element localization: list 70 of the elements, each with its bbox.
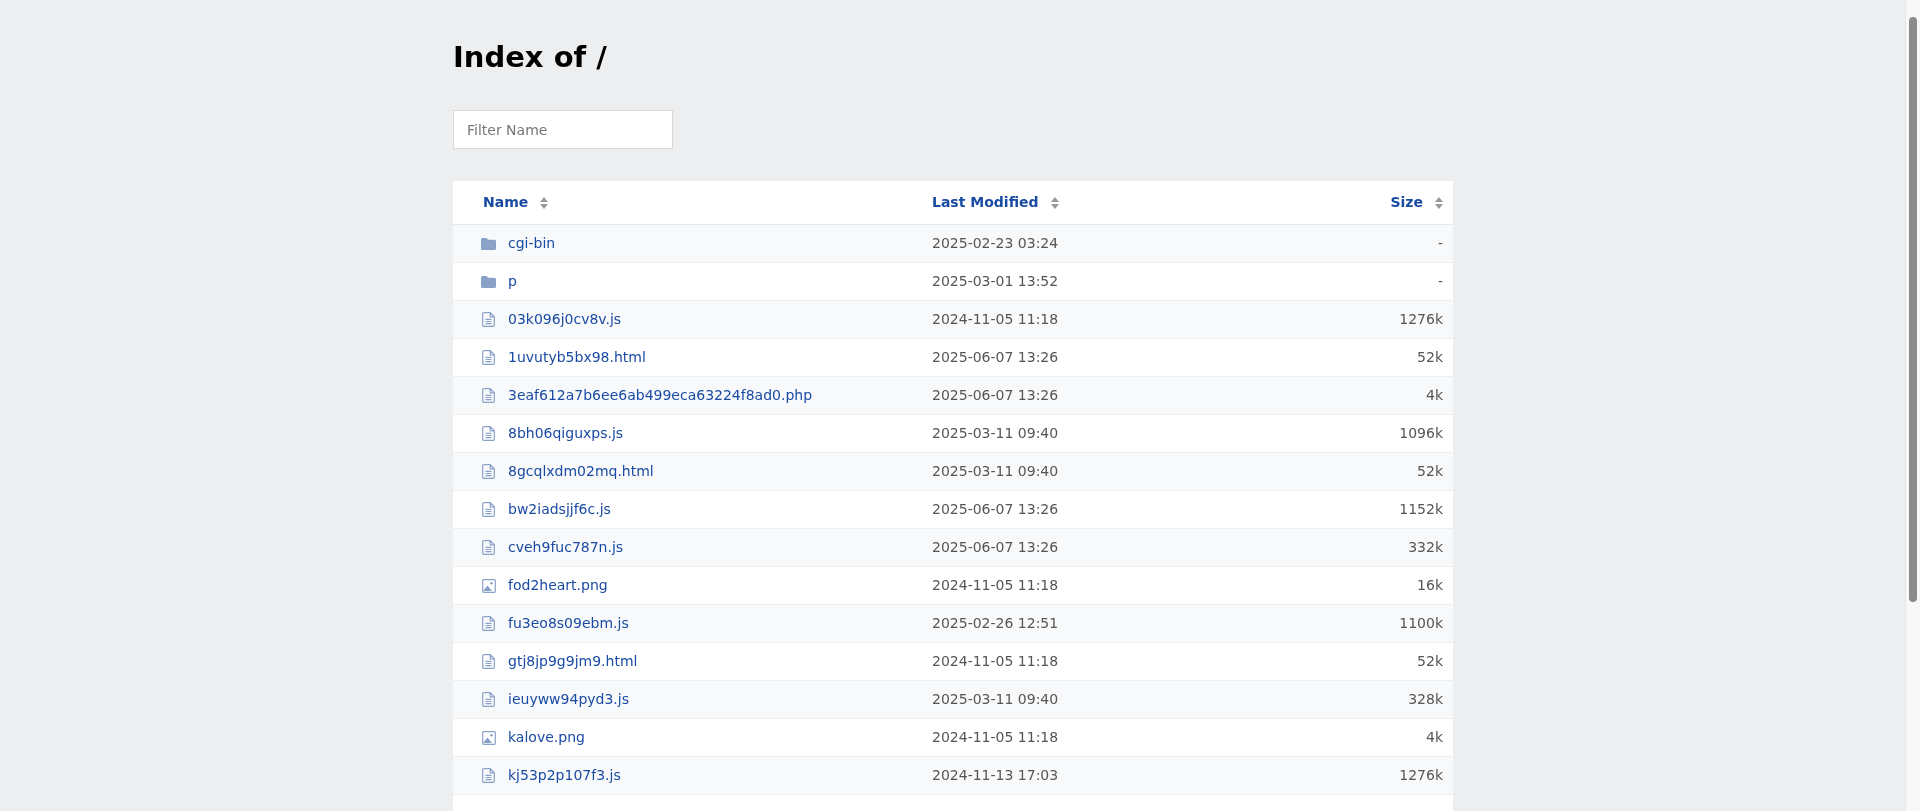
page-title: Index of /: [453, 39, 607, 76]
file-link[interactable]: fu3eo8s09ebm.js: [508, 613, 629, 634]
file-link[interactable]: kalove.png: [508, 727, 585, 748]
scrollbar[interactable]: [1905, 0, 1920, 811]
sort-icon: [1435, 196, 1443, 209]
file-link[interactable]: 03k096j0cv8v.js: [508, 309, 622, 330]
file-size: -: [1437, 234, 1443, 253]
file-size: 4k: [1426, 728, 1443, 747]
document-icon: [482, 388, 495, 403]
modified-date: 2024-11-13 17:03: [932, 767, 1059, 783]
file-size: 1100k: [1399, 614, 1443, 633]
document-icon: [482, 350, 495, 365]
document-icon: [482, 692, 495, 707]
file-size: 52k: [1417, 652, 1443, 671]
column-header[interactable]: Name: [483, 192, 529, 213]
file-link[interactable]: bw2iadsjjf6c.js: [508, 499, 611, 520]
modified-date: 2025-03-11 09:40: [932, 425, 1059, 441]
modified-date: 2024-11-05 11:18: [932, 577, 1059, 593]
modified-date: 2025-06-07 13:26: [932, 387, 1059, 403]
file-size: 332k: [1408, 538, 1443, 557]
file-link[interactable]: 8gcqlxdm02mq.html: [508, 461, 654, 482]
file-size: 328k: [1408, 690, 1443, 709]
modified-date: 2024-11-05 11:18: [932, 311, 1059, 327]
modified-date: 2025-02-26 12:51: [932, 615, 1059, 631]
file-size: 4k: [1426, 386, 1443, 405]
file-link[interactable]: 1uvutyb5bx98.html: [508, 347, 646, 368]
column-header[interactable]: Size: [1390, 192, 1423, 213]
file-size: 16k: [1417, 576, 1443, 595]
folder-link[interactable]: cgi-bin: [508, 233, 556, 254]
modified-date: 2024-11-05 11:18: [932, 729, 1059, 745]
file-size: -: [1437, 272, 1443, 291]
file-size: 1276k: [1399, 310, 1443, 329]
file-link[interactable]: gtj8jp9g9jm9.html: [508, 651, 638, 672]
document-icon: [482, 654, 495, 669]
folder-link[interactable]: p: [508, 271, 517, 292]
file-link[interactable]: 3eaf612a7b6ee6ab499eca63224f8ad0.php: [508, 385, 813, 406]
document-icon: [482, 540, 495, 555]
file-link[interactable]: ieuyww94pyd3.js: [508, 689, 629, 710]
folder-icon: [481, 275, 496, 288]
folder-icon: [481, 237, 496, 250]
document-icon: [482, 616, 495, 631]
image-icon: [481, 730, 496, 745]
column-header[interactable]: Last Modified: [932, 192, 1039, 213]
document-icon: [482, 312, 495, 327]
document-icon: [482, 768, 495, 783]
modified-date: 2025-03-11 09:40: [932, 691, 1059, 707]
file-size: 1096k: [1399, 424, 1443, 443]
sort-icon: [540, 196, 549, 209]
modified-date: 2025-03-01 13:52: [932, 273, 1059, 289]
document-icon: [482, 426, 495, 441]
modified-date: 2025-06-07 13:26: [932, 501, 1059, 517]
file-size: 52k: [1417, 348, 1443, 367]
file-link[interactable]: fod2heart.png: [508, 575, 608, 596]
modified-date: 2025-03-11 09:40: [932, 463, 1059, 479]
sort-icon: [1050, 196, 1059, 209]
file-size: 1276k: [1399, 766, 1443, 785]
document-icon: [482, 502, 495, 517]
file-link[interactable]: kj53p2p107f3.js: [508, 765, 621, 786]
modified-date: 2025-06-07 13:26: [932, 349, 1059, 365]
file-link[interactable]: 8bh06qiguxps.js: [508, 423, 624, 444]
modified-date: 2024-11-05 11:18: [932, 653, 1059, 669]
modified-date: 2025-06-07 13:26: [932, 539, 1059, 555]
filter-field[interactable]: Filter Name: [453, 110, 673, 149]
image-icon: [481, 578, 496, 593]
document-icon: [482, 464, 495, 479]
file-link[interactable]: cveh9fuc787n.js: [508, 537, 624, 558]
scrollbar-thumb[interactable]: [1909, 17, 1917, 602]
file-size: 1152k: [1399, 500, 1443, 519]
file-size: 52k: [1417, 462, 1443, 481]
modified-date: 2025-02-23 03:24: [932, 235, 1059, 251]
